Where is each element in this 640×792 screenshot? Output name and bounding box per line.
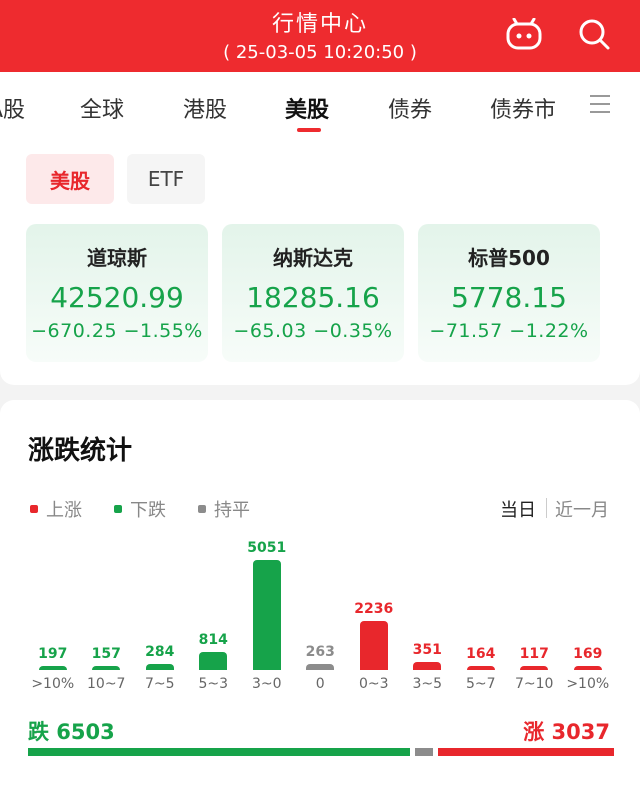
- bar-category-label: 10~7: [87, 676, 126, 692]
- legend-flat: 持平: [198, 496, 250, 522]
- bar-category-label: >10%: [31, 676, 75, 692]
- summary-up: 涨 3037: [523, 720, 610, 744]
- bar-9: [520, 666, 549, 670]
- segment-etf[interactable]: ETF: [127, 154, 205, 204]
- index-value: 18285.16: [246, 281, 380, 314]
- index-name: 标普500: [468, 246, 550, 270]
- page-title: 行情中心: [271, 12, 368, 37]
- tab-bond-market[interactable]: 债券市: [490, 92, 556, 124]
- tab-us[interactable]: 美股: [285, 92, 329, 124]
- summary-down: 跌 6503: [28, 720, 115, 744]
- range-today[interactable]: 当日: [500, 496, 536, 522]
- legend-flat-swatch: [198, 505, 206, 513]
- legend-down-swatch: [114, 505, 122, 513]
- index-change: −71.57 −1.22%: [429, 320, 589, 342]
- top-header: 行情中心 ( 25-03-05 10:20:50 ): [0, 0, 640, 72]
- tab-global[interactable]: 全球: [80, 92, 124, 124]
- range-divider: [546, 498, 547, 518]
- tab-hk[interactable]: 港股: [183, 92, 227, 124]
- bar-value-label: 5051: [247, 540, 287, 556]
- legend-flat-label: 持平: [214, 500, 250, 521]
- legend-up: 上涨: [30, 496, 82, 522]
- ratio-flat-segment: [415, 748, 433, 756]
- index-value: 42520.99: [50, 281, 184, 314]
- bar-category-label: 5~3: [198, 676, 229, 692]
- advance-decline-card: 涨跌统计 上涨 下跌 持平 当日 近一月 197 >10% 157 10~7 284 7~…: [0, 400, 640, 792]
- bar-value-label: 263: [305, 644, 335, 660]
- bar-value-label: 814: [198, 632, 228, 648]
- menu-icon[interactable]: [588, 94, 612, 114]
- bar-1: [92, 666, 121, 670]
- bar-value-label: 157: [91, 646, 121, 662]
- ratio-up-segment: [438, 748, 614, 756]
- legend-down: 下跌: [114, 496, 166, 522]
- bar-category-label: 3~0: [251, 676, 282, 692]
- bar-5: [306, 664, 335, 670]
- bar-value-label: 169: [573, 646, 603, 662]
- bar-category-label: 7~5: [144, 676, 175, 692]
- tab-bond[interactable]: 债券: [388, 92, 432, 124]
- bar-category-label: 0~3: [358, 676, 389, 692]
- legend-up-swatch: [30, 505, 38, 513]
- bar-0: [38, 666, 67, 670]
- bar-value-label: 197: [38, 646, 68, 662]
- bar-category-label: 0: [315, 676, 325, 692]
- up-down-ratio-bar: [28, 748, 614, 756]
- index-sp500[interactable]: 标普500 5778.15 −71.57 −1.22%: [418, 224, 600, 362]
- tab-a-share[interactable]: A股: [0, 92, 25, 124]
- bar-value-label: 164: [466, 646, 496, 662]
- index-name: 纳斯达克: [273, 246, 353, 270]
- legend-up-label: 上涨: [46, 500, 82, 521]
- index-value: 5778.15: [451, 281, 567, 314]
- search-icon[interactable]: [576, 16, 612, 52]
- bar-value-label: 284: [145, 644, 175, 660]
- stats-title: 涨跌统计: [28, 436, 133, 466]
- update-datetime: ( 25-03-05 10:20:50 ): [223, 42, 417, 63]
- active-tab-indicator: [297, 128, 321, 132]
- bar-value-label: 351: [412, 642, 442, 658]
- index-dow-jones[interactable]: 道琼斯 42520.99 −670.25 −1.55%: [26, 224, 208, 362]
- bar-category-label: >10%: [566, 676, 610, 692]
- bar-category-label: 5~7: [465, 676, 496, 692]
- bar-category-label: 7~10: [515, 676, 554, 692]
- bar-10: [573, 666, 602, 670]
- ratio-down-segment: [28, 748, 410, 756]
- bar-value-label: 117: [519, 646, 549, 662]
- bar-value-label: 2236: [354, 601, 394, 617]
- bar-6: [359, 621, 388, 670]
- index-nasdaq[interactable]: 纳斯达克 18285.16 −65.03 −0.35%: [222, 224, 404, 362]
- segment-us-stocks[interactable]: 美股: [26, 154, 114, 204]
- bar-4: [252, 560, 281, 670]
- bar-3: [199, 652, 228, 670]
- bar-8: [466, 666, 495, 670]
- index-change: −65.03 −0.35%: [233, 320, 393, 342]
- range-month[interactable]: 近一月: [555, 496, 609, 522]
- index-name: 道琼斯: [87, 246, 147, 270]
- bar-category-label: 3~5: [412, 676, 443, 692]
- index-card: 美股 ETF 道琼斯 42520.99 −670.25 −1.55% 纳斯达克 …: [0, 140, 640, 385]
- legend-down-label: 下跌: [130, 500, 166, 521]
- market-tabs: A股 全球 港股 美股 债券 债券市: [0, 72, 640, 142]
- bar-2: [145, 664, 174, 670]
- robot-assistant-icon[interactable]: [505, 18, 543, 50]
- index-change: −670.25 −1.55%: [31, 320, 203, 342]
- bar-7: [413, 662, 442, 670]
